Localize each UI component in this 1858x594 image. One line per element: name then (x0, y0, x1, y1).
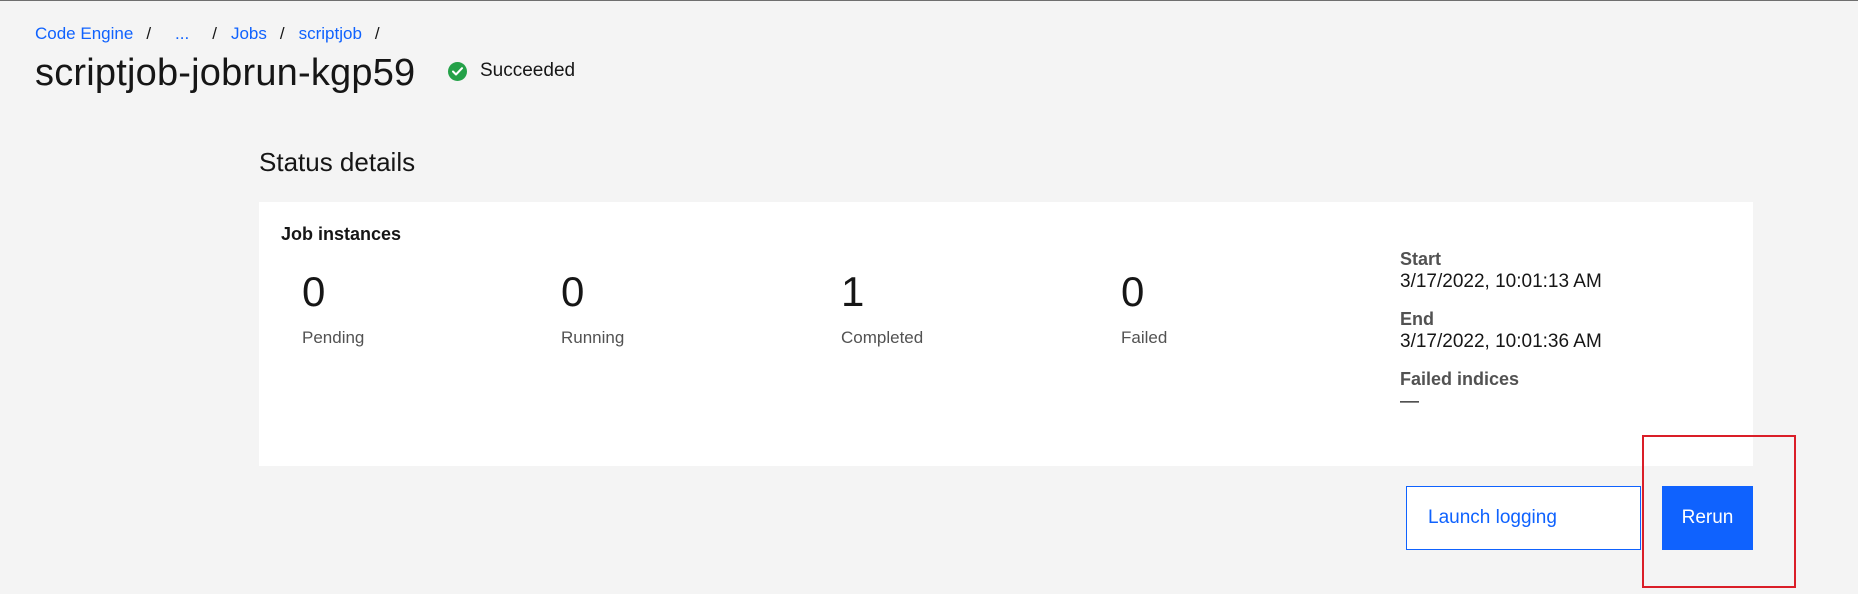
status-indicator: Succeeded (448, 60, 575, 82)
breadcrumb-separator: / (146, 24, 152, 43)
breadcrumb-scriptjob[interactable]: scriptjob (299, 24, 362, 44)
breadcrumb-code-engine[interactable]: Code Engine (35, 24, 133, 44)
metric-pending: 0 Pending (302, 268, 364, 348)
metric-label: Pending (302, 328, 365, 347)
breadcrumb-overflow[interactable]: ... (175, 24, 189, 44)
start-value: 3/17/2022, 10:01:13 AM (1400, 271, 1602, 292)
failed-indices-label: Failed indices (1400, 369, 1520, 389)
breadcrumb-separator: / (212, 24, 217, 43)
breadcrumb: Code Engine / ... / Jobs / scriptjob / (35, 24, 394, 44)
checkmark-icon (452, 66, 463, 75)
start-label: Start (1400, 249, 1442, 269)
end-label: End (1400, 309, 1434, 329)
metric-failed: 0 Failed (1121, 268, 1167, 348)
breadcrumb-jobs[interactable]: Jobs (231, 24, 267, 44)
metric-value: 0 (302, 268, 326, 315)
job-instances-card: Job instances 0 Pending 0 Running 1 Comp… (259, 202, 1753, 466)
launch-logging-button[interactable]: Launch logging (1406, 486, 1641, 550)
metric-value: 0 (561, 268, 585, 315)
metric-label: Completed (841, 328, 924, 347)
top-divider (0, 0, 1858, 1)
rerun-button[interactable]: Rerun (1662, 486, 1753, 550)
failed-indices-value: — (1400, 391, 1419, 412)
breadcrumb-separator: / (279, 24, 285, 43)
status-details-heading: Status details (259, 147, 416, 177)
job-instances-title: Job instances (281, 224, 402, 244)
status-text: Succeeded (480, 60, 576, 81)
metric-value: 0 (1121, 268, 1145, 315)
metric-label: Running (561, 328, 625, 347)
breadcrumb-separator: / (374, 24, 380, 43)
metric-label: Failed (1121, 328, 1168, 347)
checkmark-filled-icon (448, 61, 467, 81)
end-value: 3/17/2022, 10:01:36 AM (1400, 331, 1602, 352)
page-title: scriptjob-jobrun-kgp59 (35, 52, 416, 94)
metric-value: 1 (841, 268, 865, 315)
run-details: Start 3/17/2022, 10:01:13 AM End 3/17/20… (1400, 248, 1602, 428)
metric-completed: 1 Completed (841, 268, 923, 348)
metric-running: 0 Running (561, 268, 624, 348)
